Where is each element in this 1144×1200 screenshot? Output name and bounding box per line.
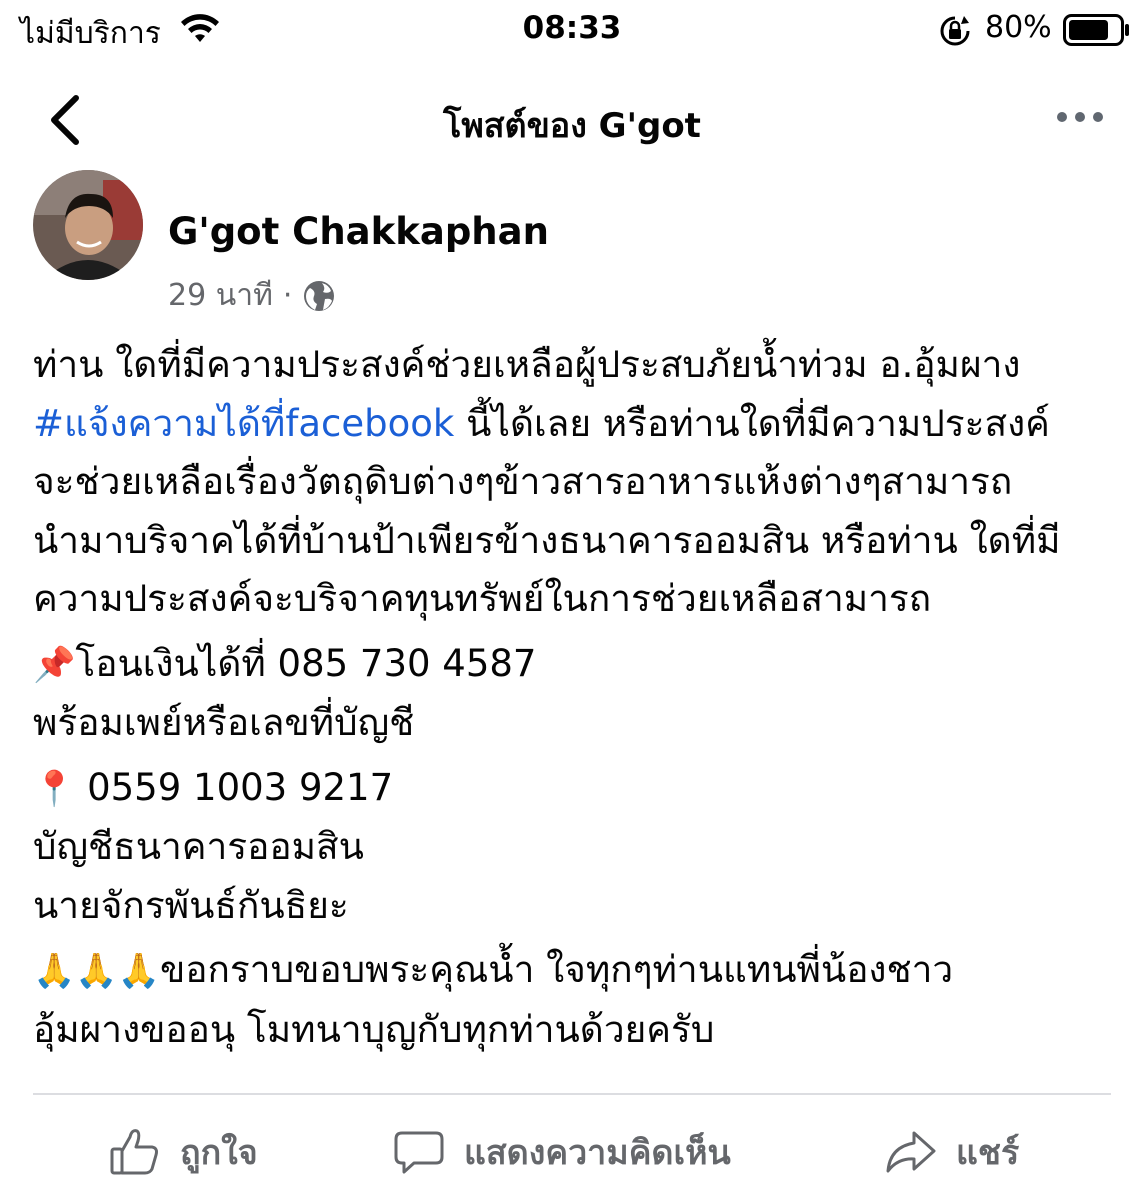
author-name[interactable]: G'got Chakkaphan [168, 210, 549, 253]
post-text-line: #แจ้งความได้ที่facebook นี้ได้เลย หรือท่… [33, 395, 1123, 454]
like-icon [110, 1129, 158, 1175]
transfer-line: 📌โอนเงินได้ที่ 085 730 4587 [33, 635, 1123, 695]
phone-number-text: โอนเงินได้ที่ 085 730 4587 [75, 641, 537, 685]
globe-icon [304, 280, 335, 311]
page-title: โพสต์ของ G'got [443, 106, 701, 146]
like-label: ถูกใจ [180, 1133, 258, 1173]
folded-hands-emoji: 🙏🙏🙏 [33, 951, 161, 991]
post-meta: 29 นาที · [168, 272, 336, 319]
pushpin-emoji: 📌 [33, 644, 76, 685]
round-pushpin-emoji: 📍 [33, 768, 76, 809]
thanks-line: 🙏🙏🙏ขอกราบขอบพระคุณน้ำ ใจทุกๆท่านแทนพี่น้… [33, 941, 1123, 1001]
status-bar: ไม่มีบริการ 08:33 80% [0, 0, 1144, 60]
post-time[interactable]: 29 นาที [168, 272, 273, 319]
post-text-segment: ขอกราบขอบพระคุณน้ำ ใจทุกๆท่านแทนพี่น้องช… [160, 948, 954, 991]
avatar[interactable] [33, 170, 143, 280]
share-button[interactable]: แชร์ [884, 1120, 1019, 1184]
more-icon[interactable] [1052, 100, 1112, 134]
hashtag-link[interactable]: #แจ้งความได้ที่facebook [33, 402, 454, 445]
battery-icon [1063, 14, 1129, 46]
comment-label: แสดงความคิดเห็น [464, 1133, 731, 1173]
post-header-bar: โพสต์ของ G'got [0, 80, 1144, 160]
avatar-photo [33, 170, 143, 280]
post-text-line: จะช่วยเหลือเรื่องวัตถุดิบต่างๆข้าวสารอาห… [33, 460, 1013, 503]
post-text-line: อุ้มผางขออนุ โมทนาบุญกับทุกท่านด้วยครับ [33, 1007, 715, 1051]
account-line: 📍 0559 1003 9217 [33, 759, 1123, 819]
orientation-lock-icon [940, 16, 970, 46]
like-button[interactable]: ถูกใจ [108, 1120, 258, 1184]
account-number-text: 0559 1003 9217 [75, 765, 394, 809]
post-text-line: นำมาบริจาคได้ที่บ้านป้าเพียรข้างธนาคารออ… [33, 518, 1061, 562]
post-text-line: นายจักรพันธ์กันธิยะ [33, 883, 349, 927]
post-text-line: พร้อมเพย์หรือเลขที่บัญชี [33, 701, 415, 744]
share-icon [886, 1131, 936, 1173]
post-text-line: ความประสงค์จะบริจาคทุนทรัพย์ในการช่วยเหล… [33, 577, 932, 620]
divider [33, 1093, 1111, 1095]
comment-button[interactable]: แสดงความคิดเห็น [392, 1120, 731, 1184]
share-label: แชร์ [956, 1133, 1020, 1173]
comment-icon [394, 1131, 444, 1174]
status-time: 08:33 [522, 10, 622, 46]
post-text-segment: นี้ได้เลย หรือท่านใดที่มีความประสงค์ [454, 401, 1050, 445]
post-text-line: บัญชีธนาคารออมสิน [33, 825, 364, 868]
post-text-line: ท่าน ใดที่มีความประสงค์ช่วยเหลือผู้ประสบ… [33, 343, 1021, 386]
post-body: ท่าน ใดที่มีความประสงค์ช่วยเหลือผู้ประสบ… [33, 336, 1123, 1059]
battery-percent: 80% [985, 10, 1052, 45]
meta-separator: · [282, 278, 293, 313]
post-actions: ถูกใจ แสดงความคิดเห็น แชร์ [0, 1120, 1144, 1190]
